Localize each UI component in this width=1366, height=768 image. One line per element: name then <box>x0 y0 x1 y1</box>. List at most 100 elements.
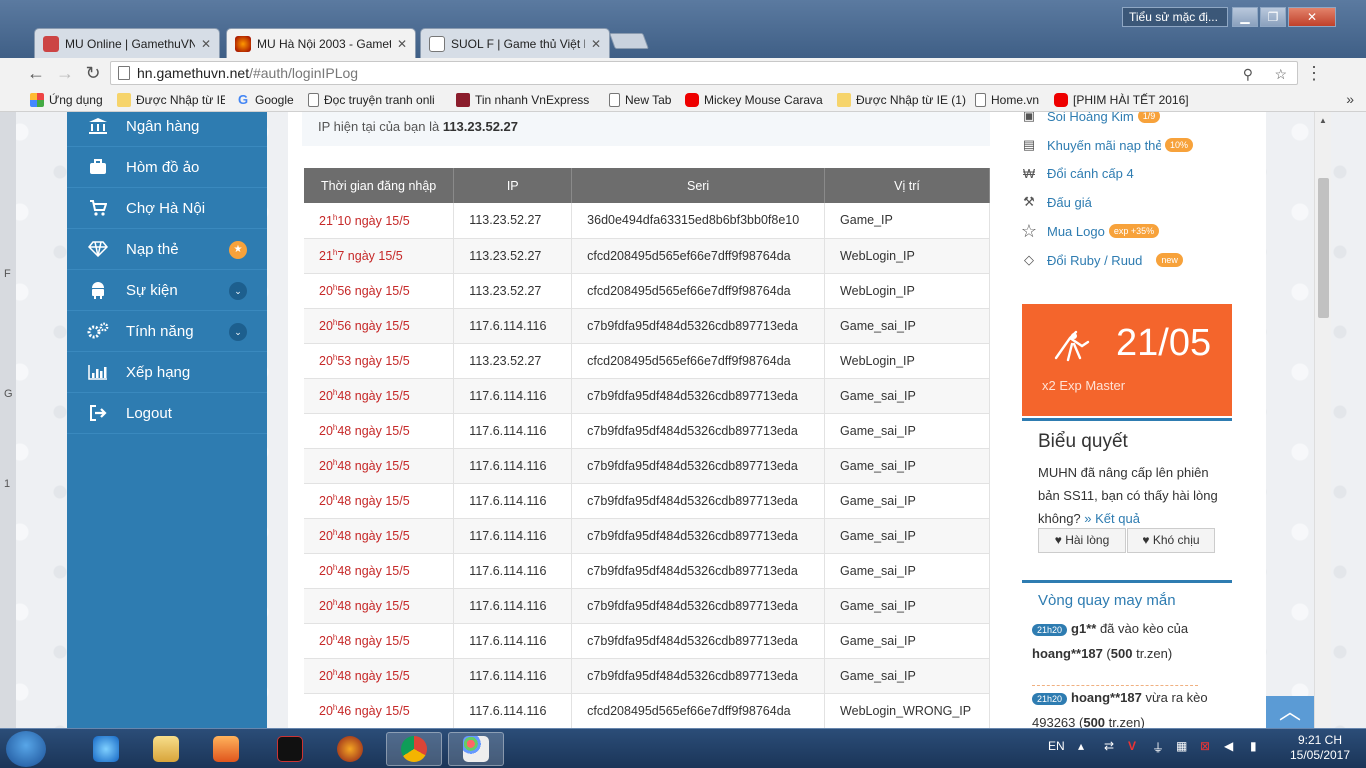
bookmark-homevn[interactable]: Home.vn <box>975 92 1039 108</box>
table-row: 20h48 ngày 15/5 117.6.114.116 c7b9fdfa95df… <box>304 623 990 659</box>
vote-satisfied-button[interactable]: ♥ Hài lòng <box>1038 528 1126 553</box>
windows-taskbar: EN ▴ ⇄ V ⏚ ▦ ⊠ ◀ ▮ 9:21 CH 15/05/2017 <box>0 728 1366 768</box>
right-column: ▣ Soi Hoàng Kim 1/9 ▤ Khuyến mãi nạp thẻ… <box>1006 112 1266 728</box>
login-ip-log-table: Thời gian đăng nhập IP Seri Vị trí 21h10… <box>304 168 990 728</box>
poll-result-link[interactable]: » Kết quả <box>1084 511 1140 526</box>
bookmark-mickey[interactable]: Mickey Mouse Carava <box>685 92 823 108</box>
youtube-icon <box>1054 93 1068 107</box>
window-title: Tiểu sử mặc đị... <box>1122 7 1228 27</box>
network-icon[interactable]: ⇄ <box>1104 739 1114 753</box>
bookmarks-overflow-button[interactable]: » <box>1346 91 1354 107</box>
scroll-to-top-button[interactable]: ︿ <box>1266 696 1314 728</box>
page-info-icon[interactable] <box>118 66 130 80</box>
close-icon[interactable]: ✕ <box>591 37 601 51</box>
column-header-seri: Seri <box>571 168 826 203</box>
tab-mu-hanoi[interactable]: MU Hà Nội 2003 - GamethuVN ✕ <box>226 28 416 58</box>
taskbar-media[interactable] <box>198 732 254 766</box>
bookmark-star-icon[interactable]: ☆ <box>1274 63 1287 85</box>
login-time-cell: 20h56 ngày 15/5 <box>304 308 455 344</box>
gold-icon: ▣ <box>1022 112 1036 123</box>
tab-suol[interactable]: SUOL F | Game thủ Việt Nam ✕ <box>420 28 610 58</box>
new-tab-button[interactable] <box>609 33 649 49</box>
bookmark-folder-ie-1[interactable]: Được Nhập từ IE (1) <box>837 92 966 108</box>
main-content: IP hiện tại của bạn là 113.23.52.27 Thời… <box>288 112 1006 728</box>
location-cell: Game_sai_IP <box>824 413 990 449</box>
ie-icon <box>93 736 119 762</box>
sidebar-item-logout[interactable]: Logout <box>67 393 267 434</box>
taskbar-chrome[interactable] <box>386 732 442 766</box>
close-icon[interactable]: ✕ <box>201 37 211 51</box>
sidebar-item-label: Tính năng <box>126 322 194 340</box>
taskbar-paint[interactable] <box>448 732 504 766</box>
close-window-button[interactable]: ✕ <box>1288 7 1336 27</box>
address-bar[interactable]: hn.gamethuvn.net/#auth/loginIPLog ⚲ ☆ <box>110 61 1298 85</box>
right-menu-soi-hoang-kim[interactable]: ▣ Soi Hoàng Kim 1/9 <box>1020 112 1161 126</box>
login-time-cell: 20h48 ngày 15/5 <box>304 623 455 659</box>
vote-unsatisfied-button[interactable]: ♥ Khó chịu <box>1127 528 1215 553</box>
seri-cell: c7b9fdfa95df484d5326cdb897713eda <box>571 553 826 589</box>
sidebar-item-features[interactable]: Tính năng ⌄ <box>67 311 267 352</box>
sidebar-item-inventory[interactable]: Hòm đồ ảo <box>67 147 267 188</box>
scroll-up-arrow-icon[interactable]: ▲ <box>1319 116 1327 125</box>
close-icon[interactable]: ✕ <box>397 37 407 51</box>
maximize-button[interactable]: ❐ <box>1260 7 1286 27</box>
taskbar-ie[interactable] <box>78 732 134 766</box>
event-banner[interactable]: 21/05 x2 Exp Master <box>1022 304 1232 416</box>
login-time-cell: 20h48 ngày 15/5 <box>304 518 455 554</box>
sidebar-item-market[interactable]: Chợ Hà Nội <box>67 188 267 229</box>
right-menu-doi-ruby[interactable]: ◇ Đổi Ruby / Ruud new <box>1020 250 1183 270</box>
bookmark-google[interactable]: G Google <box>236 92 294 108</box>
page-icon <box>609 93 620 107</box>
bookmark-phim-hai[interactable]: [PHIM HÀI TẾT 2016] <box>1054 92 1190 108</box>
bookmark-truyen[interactable]: Đọc truyện tranh onli <box>308 92 444 108</box>
taskbar-clock[interactable]: 9:21 CH 15/05/2017 <box>1280 733 1360 763</box>
right-menu-doi-canh[interactable]: ₩ Đổi cánh cấp 4 <box>1020 163 1134 183</box>
error-icon[interactable]: ⊠ <box>1200 739 1210 753</box>
seri-cell: cfcd208495d565ef66e7dff9f98764da <box>571 273 826 309</box>
bookmark-apps[interactable]: Ứng dụng <box>30 92 103 108</box>
right-menu-mua-logo[interactable]: ☆ Mua Logo exp +35% <box>1020 221 1160 241</box>
back-icon[interactable]: ← <box>25 62 47 84</box>
sidebar-item-topup[interactable]: Nạp thẻ ★ <box>67 229 267 270</box>
volume-muted-icon[interactable]: ◀ <box>1224 739 1233 753</box>
reload-icon[interactable]: ↻ <box>82 62 104 84</box>
sidebar-item-events[interactable]: Sự kiện ⌄ <box>67 270 267 311</box>
chevron-down-icon[interactable]: ⌄ <box>229 323 247 341</box>
location-cell: Game_sai_IP <box>824 518 990 554</box>
youtube-icon <box>685 93 699 107</box>
tray-expand-icon[interactable]: ▴ <box>1078 739 1084 753</box>
language-indicator[interactable]: EN <box>1048 739 1065 753</box>
minimize-button[interactable]: ▁ <box>1232 7 1258 27</box>
apps-icon <box>30 93 44 107</box>
extension-icon[interactable]: ⚲ <box>1243 63 1253 85</box>
table-row: 20h56 ngày 15/5 117.6.114.116 c7b9fdfa95df… <box>304 308 990 344</box>
start-button[interactable] <box>6 731 46 767</box>
forward-icon[interactable]: → <box>54 62 76 84</box>
table-header-row: Thời gian đăng nhập IP Seri Vị trí <box>304 168 990 203</box>
table-row: 20h48 ngày 15/5 117.6.114.116 c7b9fdfa95df… <box>304 378 990 414</box>
device-icon[interactable]: ▦ <box>1176 739 1187 753</box>
scrollbar-thumb[interactable] <box>1318 178 1329 318</box>
wifi-icon[interactable]: ▮ <box>1250 739 1257 753</box>
bookmark-newtab[interactable]: New Tab <box>609 92 671 108</box>
bookmark-vnexpress[interactable]: Tin nhanh VnExpress - <box>456 92 592 108</box>
tab-mu-online[interactable]: MU Online | GamethuVN.net ✕ <box>34 28 220 58</box>
taskbar-mu-game[interactable] <box>262 732 318 766</box>
location-cell: Game_sai_IP <box>824 378 990 414</box>
seri-cell: c7b9fdfa95df484d5326cdb897713eda <box>571 483 826 519</box>
sidebar-item-bank[interactable]: Ngân hàng <box>67 112 267 147</box>
right-menu-dau-gia[interactable]: ⚒ Đấu giá <box>1020 192 1092 212</box>
paint-icon <box>463 736 489 762</box>
page-scrollbar[interactable]: ▲ <box>1314 112 1331 728</box>
chevron-down-icon[interactable]: ⌄ <box>229 282 247 300</box>
taskbar-explorer[interactable] <box>138 732 194 766</box>
login-time-cell: 20h48 ngày 15/5 <box>304 553 455 589</box>
sidebar-item-ranking[interactable]: Xếp hạng <box>67 352 267 393</box>
menu-icon[interactable]: ⋮ <box>1303 62 1325 84</box>
bookmark-folder-ie[interactable]: Được Nhập từ IE <box>117 92 225 108</box>
right-menu-khuyen-mai[interactable]: ▤ Khuyến mãi nạp thẻ 10% <box>1020 135 1194 155</box>
table-row: 20h56 ngày 15/5 113.23.52.27 cfcd208495d56… <box>304 273 990 309</box>
taskbar-mu-launcher[interactable] <box>322 732 378 766</box>
usb-icon[interactable]: ⏚ <box>1152 739 1164 756</box>
antivirus-icon[interactable]: V <box>1128 739 1136 753</box>
